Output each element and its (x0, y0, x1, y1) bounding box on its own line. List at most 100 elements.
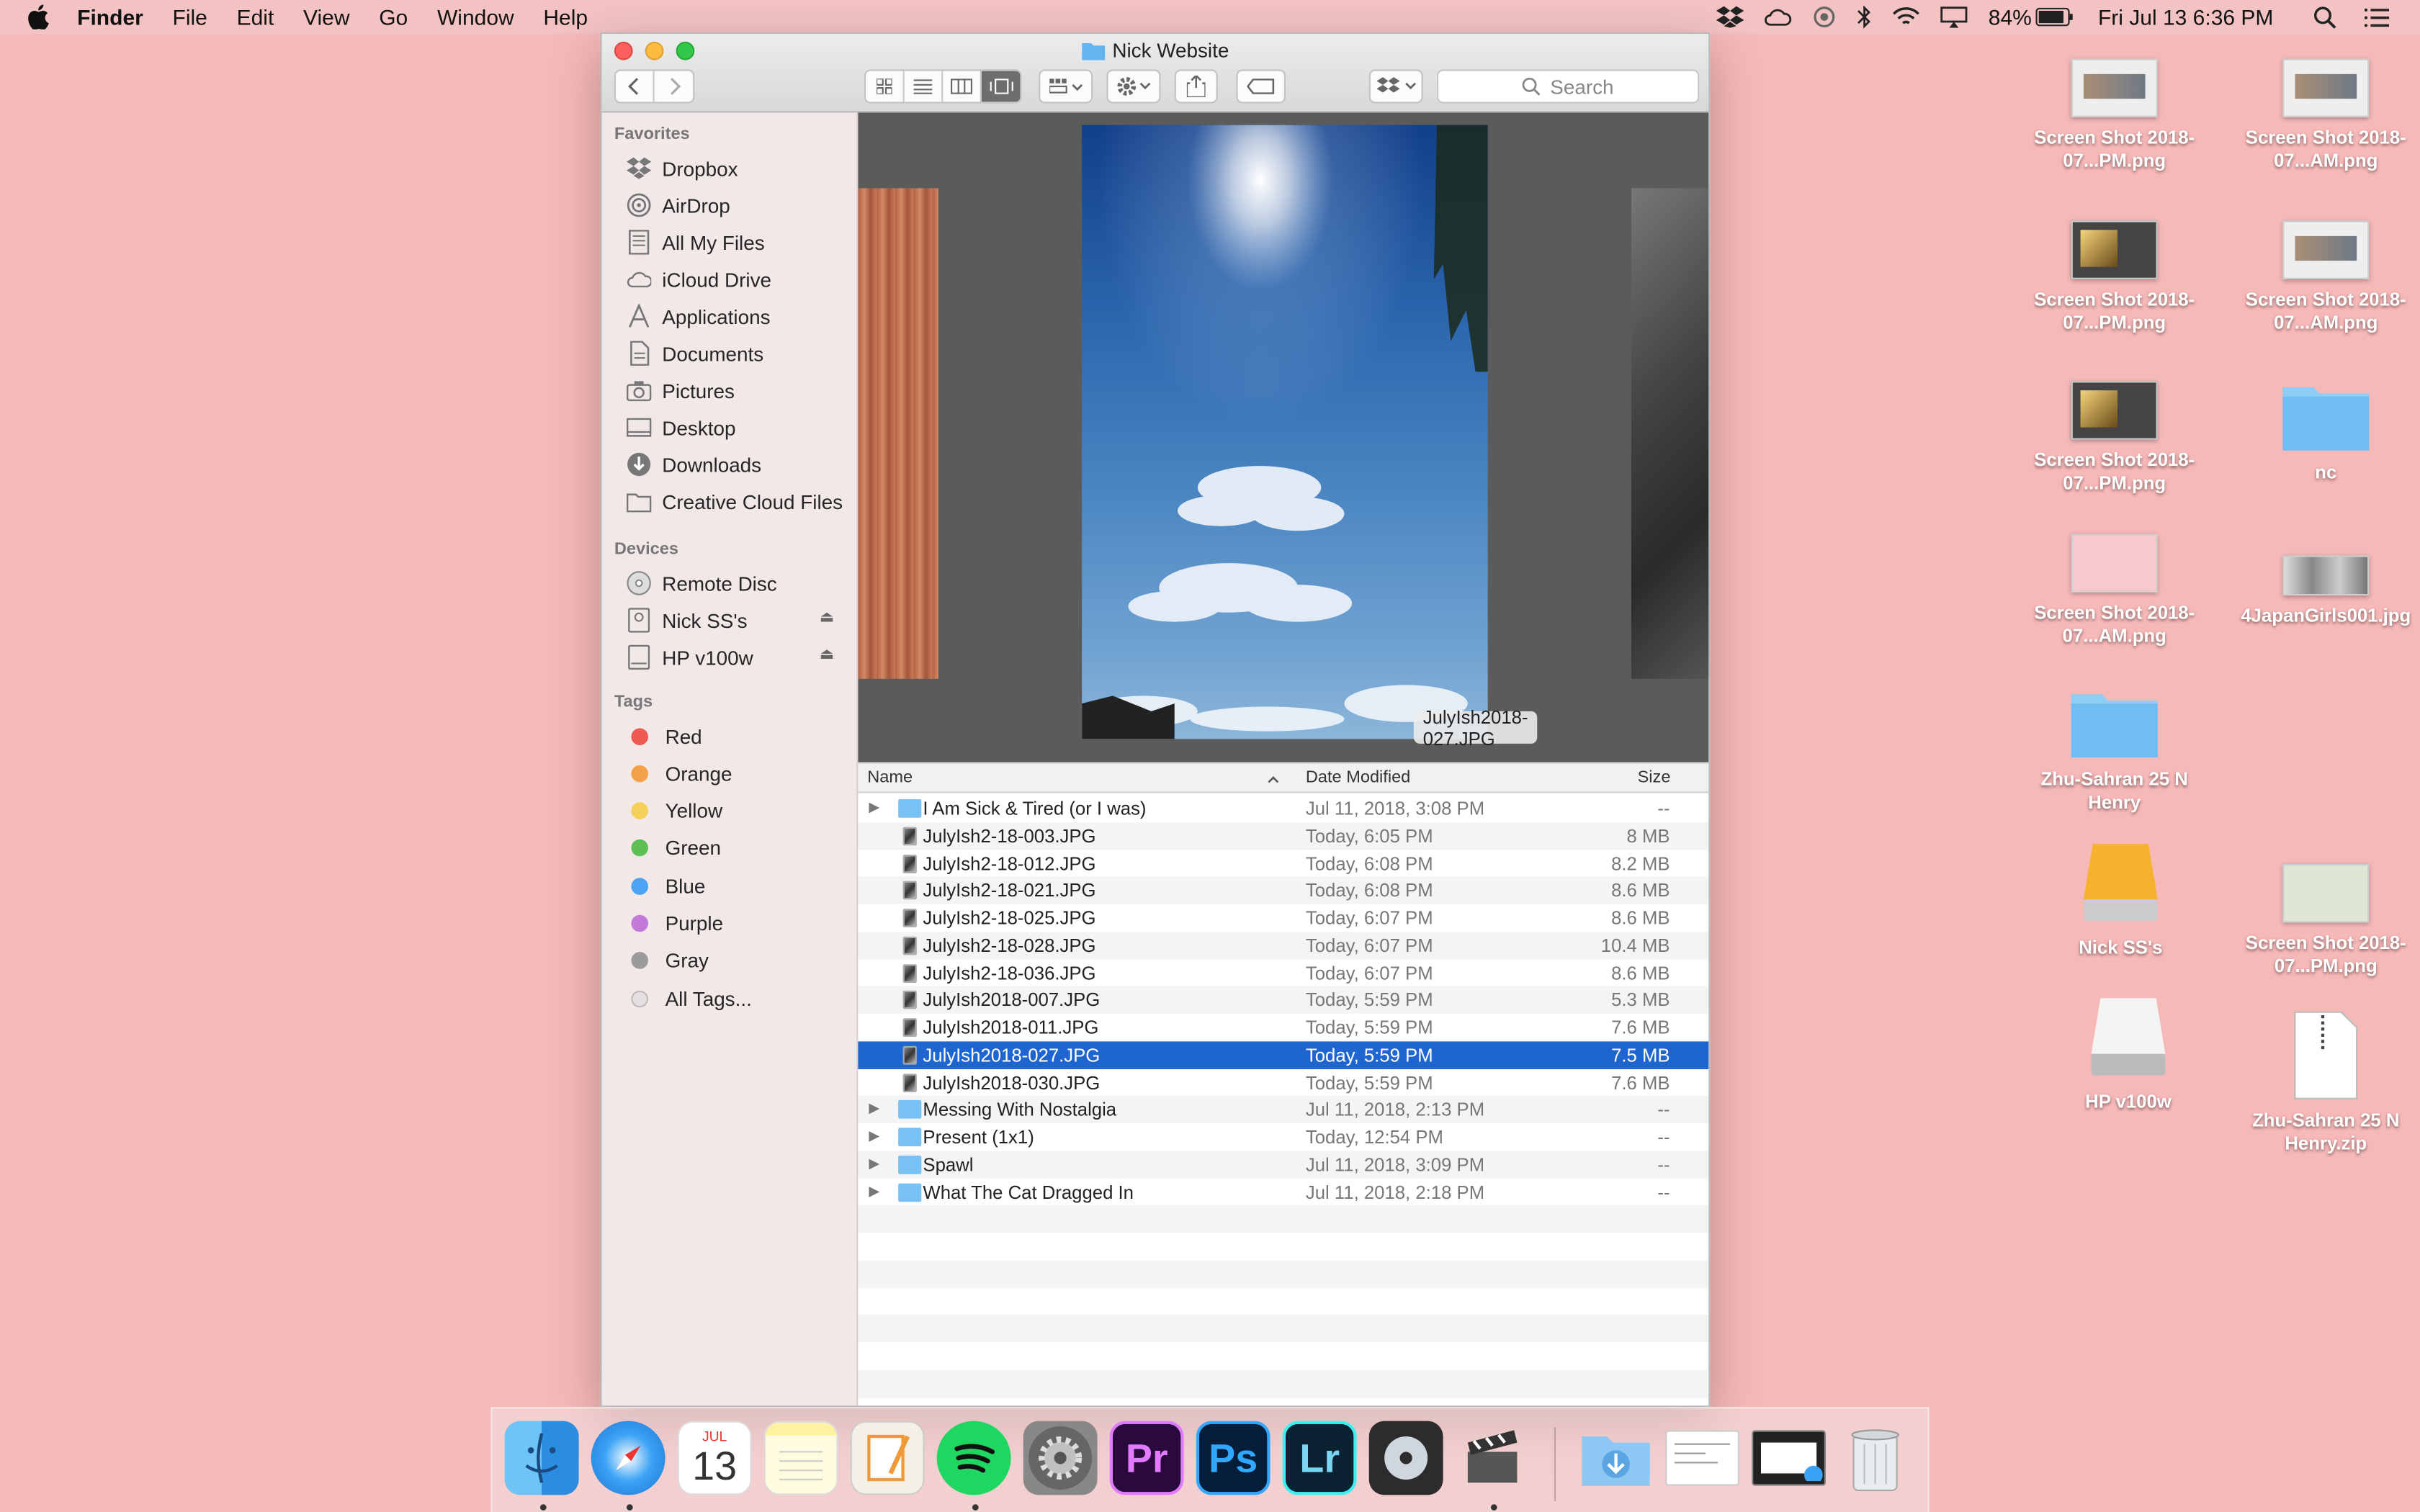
table-row[interactable]: JulyIsh2-18-028.JPG Today, 6:07 PM 10.4 MB (858, 931, 1709, 960)
table-row[interactable]: JulyIsh2018-030.JPG Today, 5:59 PM 7.6 MB (858, 1068, 1709, 1097)
battery-percent[interactable]: 84% (1989, 4, 2032, 29)
calendar-dock-icon[interactable]: JUL 13 (677, 1421, 752, 1495)
desktop-item[interactable]: Screen Shot 2018-07...PM.png (2022, 220, 2207, 335)
sidebar-tag-yellow[interactable]: Yellow (627, 796, 722, 827)
table-row[interactable]: JulyIsh2018-011.JPG Today, 5:59 PM 7.6 MB (858, 1013, 1709, 1042)
cover-left-image[interactable] (858, 188, 938, 679)
menu-help[interactable]: Help (543, 4, 588, 29)
premiere-dock-icon[interactable]: Pr (1109, 1421, 1184, 1495)
sidebar-item-all-my-files[interactable]: All My Files (627, 227, 765, 258)
safari-dock-icon[interactable] (591, 1421, 666, 1495)
disclosure-triangle-icon[interactable]: ▶ (869, 1100, 879, 1117)
notes-dock-icon[interactable] (763, 1421, 838, 1495)
dropbox-button[interactable] (1368, 69, 1423, 104)
desktop-item[interactable]: 4JapanGirls001.jpg (2233, 543, 2419, 628)
table-row[interactable]: JulyIsh2018-007.JPG Today, 5:59 PM 5.3 MB (858, 986, 1709, 1014)
sidebar-tag-blue[interactable]: Blue (627, 870, 705, 901)
disclosure-triangle-icon[interactable]: ▶ (869, 1128, 879, 1145)
sidebar-tag-red[interactable]: Red (627, 721, 702, 752)
eject-icon[interactable]: ⏏ (820, 609, 834, 626)
table-row[interactable]: ▶ Spawl Jul 11, 2018, 3:09 PM -- (858, 1151, 1709, 1179)
arrange-button[interactable] (1039, 69, 1093, 104)
airplay-icon[interactable] (1940, 6, 1968, 28)
tags-button[interactable] (1236, 69, 1286, 104)
dvd-player-dock-icon[interactable] (1368, 1421, 1443, 1495)
desktop-item[interactable]: Zhu-Sahran 25 N Henry (2022, 688, 2207, 815)
sidebar-item-documents[interactable]: Documents (627, 338, 763, 369)
table-row[interactable]: JulyIsh2-18-012.JPG Today, 6:08 PM 8.2 MB (858, 849, 1709, 878)
sidebar-tag-orange[interactable]: Orange (627, 758, 732, 789)
cover-flow-button[interactable] (981, 71, 1021, 102)
spotify-dock-icon[interactable] (936, 1421, 1011, 1495)
finder-dock-icon[interactable] (504, 1421, 579, 1495)
table-row[interactable]: ▶ Messing With Nostalgia Jul 11, 2018, 2:1… (858, 1095, 1709, 1124)
claquette-dock-icon[interactable] (1456, 1421, 1530, 1495)
desktop-item[interactable]: Zhu-Sahran 25 N Henry.zip (2233, 1011, 2419, 1156)
sidebar-item-dropbox[interactable]: Dropbox (627, 153, 738, 184)
sidebar-item-applications[interactable]: Applications (627, 301, 771, 332)
search-field[interactable]: Search (1436, 69, 1700, 104)
desktop-item[interactable]: Screen Shot 2018-07...PM.png (2022, 381, 2207, 495)
menu-app-finder[interactable]: Finder (77, 4, 143, 29)
creative-cloud-icon[interactable] (1765, 6, 1793, 28)
column-header-name[interactable]: Name (867, 768, 913, 787)
desktop-item[interactable]: Nick SS's (2028, 841, 2213, 960)
table-row[interactable]: ▶ Present (1x1) Today, 12:54 PM -- (858, 1123, 1709, 1151)
trash-dock-icon[interactable] (1838, 1421, 1912, 1495)
sidebar-item-desktop[interactable]: Desktop (627, 412, 736, 443)
recent-screenshot-stack-icon[interactable] (1665, 1430, 1739, 1486)
sidebar-item-remote-disc[interactable]: Remote Disc (627, 568, 777, 599)
icon-view-button[interactable] (866, 71, 905, 102)
desktop-item[interactable]: nc (2233, 381, 2419, 485)
pages-dock-icon[interactable] (850, 1421, 925, 1495)
desktop-item[interactable]: HP v100w (2035, 995, 2220, 1114)
sync-icon[interactable] (1812, 4, 1837, 29)
sidebar-item-downloads[interactable]: Downloads (627, 449, 761, 480)
bluetooth-icon[interactable] (1857, 4, 1873, 29)
table-row[interactable]: ▶ What The Cat Dragged In Jul 11, 2018, 2:… (858, 1178, 1709, 1206)
sidebar-item-icloud-drive[interactable]: iCloud Drive (627, 264, 771, 294)
title-bar[interactable]: Nick Website Search (601, 34, 1709, 113)
sort-ascending-icon[interactable] (1267, 770, 1279, 788)
system-preferences-dock-icon[interactable] (1023, 1421, 1098, 1495)
lightroom-dock-icon[interactable]: Lr (1282, 1421, 1357, 1495)
back-button[interactable] (616, 71, 655, 102)
menu-go[interactable]: Go (379, 4, 408, 29)
table-row[interactable]: JulyIsh2018-027.JPG Today, 5:59 PM 7.5 MB (858, 1040, 1709, 1069)
sidebar-item-pictures[interactable]: Pictures (627, 375, 735, 406)
column-header-size[interactable]: Size (1638, 768, 1671, 787)
column-header-date-modified[interactable]: Date Modified (1306, 768, 1410, 787)
dropbox-status-icon[interactable] (1716, 6, 1745, 28)
menu-window[interactable]: Window (437, 4, 514, 29)
forward-button[interactable] (655, 71, 694, 102)
table-row[interactable]: JulyIsh2-18-003.JPG Today, 6:05 PM 8 MB (858, 822, 1709, 850)
list-view-button[interactable] (905, 71, 944, 102)
sidebar-item-creative-cloud-files[interactable]: Creative Cloud Files (627, 486, 843, 517)
wifi-icon[interactable] (1893, 6, 1921, 28)
column-view-button[interactable] (943, 71, 982, 102)
sidebar-tag-green[interactable]: Green (627, 833, 721, 864)
photoshop-dock-icon[interactable]: Ps (1196, 1421, 1270, 1495)
cover-flow-preview[interactable]: JulyIsh2018-027.JPG (858, 112, 1709, 762)
notification-center-icon[interactable] (2364, 7, 2390, 27)
sidebar-item-hp-v100w[interactable]: HP v100w (627, 642, 753, 672)
disclosure-triangle-icon[interactable]: ▶ (869, 799, 879, 816)
sidebar-tag-gray[interactable]: Gray (627, 945, 709, 976)
menu-file[interactable]: File (173, 4, 207, 29)
desktop-item[interactable]: Screen Shot 2018-07...AM.png (2022, 534, 2207, 648)
table-row[interactable]: ▶ I Am Sick & Tired (or I was) Jul 11, 201… (858, 794, 1709, 823)
table-row[interactable]: JulyIsh2-18-036.JPG Today, 6:07 PM 8.6 MB (858, 958, 1709, 987)
apple-icon[interactable] (28, 4, 50, 30)
action-button[interactable] (1106, 69, 1161, 104)
eject-icon[interactable]: ⏏ (820, 647, 834, 664)
recent-document-stack-icon[interactable] (1752, 1430, 1826, 1486)
sidebar-tag-all-tags[interactable]: All Tags... (627, 983, 752, 1014)
desktop-item[interactable]: Screen Shot 2018-07...AM.png (2233, 220, 2419, 335)
desktop-item[interactable]: Screen Shot 2018-07...AM.png (2233, 58, 2419, 173)
menu-view[interactable]: View (303, 4, 349, 29)
menu-edit[interactable]: Edit (237, 4, 274, 29)
disclosure-triangle-icon[interactable]: ▶ (869, 1155, 879, 1172)
desktop-item[interactable]: Screen Shot 2018-07...PM.png (2233, 864, 2419, 978)
sidebar-item-nick-ss[interactable]: Nick SS's (627, 605, 748, 636)
table-row[interactable]: JulyIsh2-18-021.JPG Today, 6:08 PM 8.6 MB (858, 876, 1709, 905)
